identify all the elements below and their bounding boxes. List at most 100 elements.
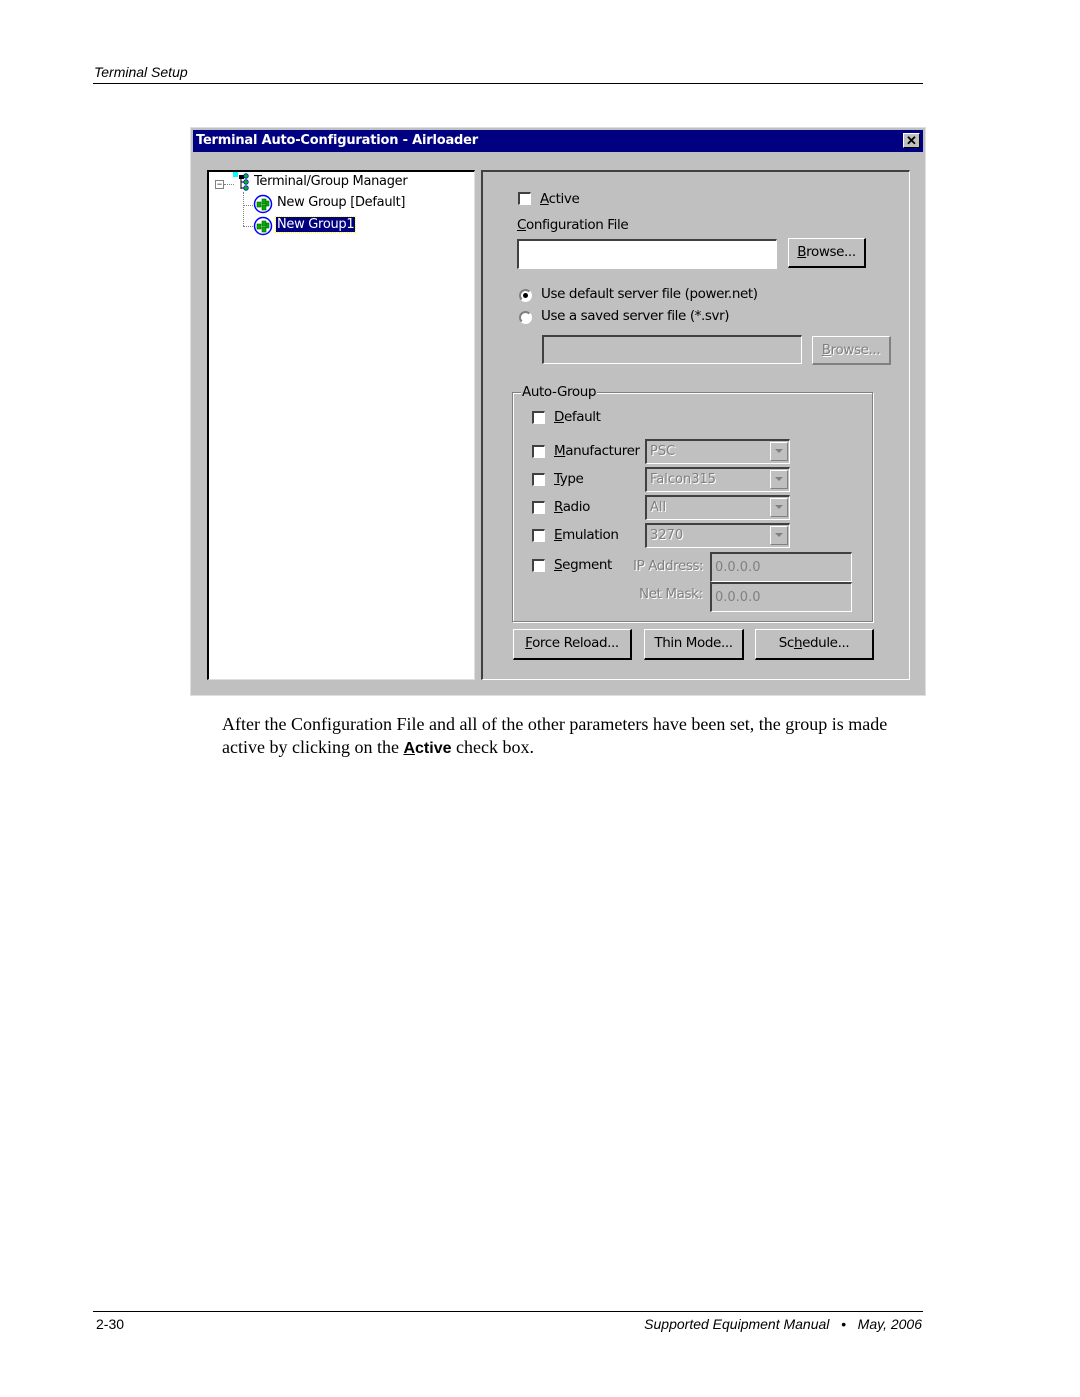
mnemonic: A xyxy=(403,740,416,757)
ip-address-label: IP Address: xyxy=(633,558,704,574)
label-text: Sc xyxy=(778,635,795,651)
schedule-button[interactable]: Schedule... xyxy=(755,629,874,660)
label-text: edule... xyxy=(802,635,850,651)
group-tree[interactable]: − Terminal/Group Manager New Group [Defa… xyxy=(207,170,475,680)
close-button[interactable]: ✕ xyxy=(903,133,920,148)
default-server-file-label[interactable]: Use default server file (power.net) xyxy=(541,286,758,302)
label-text: ctive xyxy=(415,740,452,757)
segment-checkbox[interactable] xyxy=(532,559,545,572)
tree-item-new-group-default[interactable]: New Group [Default] xyxy=(277,195,405,210)
mnemonic: D xyxy=(554,409,564,425)
emulation-label[interactable]: Emulation xyxy=(554,527,619,543)
mnemonic: h xyxy=(793,635,803,651)
mnemonic: S xyxy=(554,557,563,573)
auto-group-box: Auto-Group Default Manufacturer PSC Type… xyxy=(512,384,873,622)
manufacturer-select[interactable]: PSC xyxy=(645,439,790,464)
header-rule xyxy=(93,83,923,84)
default-server-file-radio[interactable] xyxy=(519,289,532,302)
selected-value: PSC xyxy=(650,444,676,459)
mnemonic: B xyxy=(821,342,831,358)
configuration-file-input[interactable] xyxy=(517,239,777,269)
dropdown-arrow-icon[interactable] xyxy=(770,526,788,545)
radio-selected-dot xyxy=(523,293,528,298)
dialog-title: Terminal Auto-Configuration - Airloader xyxy=(196,133,478,148)
label-text: orce Reload... xyxy=(532,635,619,651)
mnemonic: R xyxy=(554,499,563,515)
body-paragraph: After the Configuration File and all of … xyxy=(222,713,922,760)
collapse-icon[interactable]: − xyxy=(215,180,224,189)
dialog-titlebar: Terminal Auto-Configuration - Airloader … xyxy=(193,130,923,152)
auto-config-dialog: Terminal Auto-Configuration - Airloader … xyxy=(190,127,926,696)
net-mask-label: Net Mask: xyxy=(639,586,703,602)
group-manager-icon xyxy=(233,172,249,191)
radio-select[interactable]: All xyxy=(645,495,790,520)
tree-connector xyxy=(243,226,253,227)
paragraph-text: After the Configuration File and all of … xyxy=(222,714,888,757)
dropdown-arrow-icon[interactable] xyxy=(770,470,788,489)
label-text: ype xyxy=(559,471,584,487)
config-browse-button[interactable]: Browse... xyxy=(788,238,866,268)
active-checkbox[interactable] xyxy=(518,192,531,205)
label-text: rowse... xyxy=(830,342,881,358)
label-text: egment xyxy=(562,557,612,573)
manufacturer-checkbox[interactable] xyxy=(532,445,545,458)
publication-date: May, 2006 xyxy=(857,1316,922,1332)
mnemonic: C xyxy=(517,217,527,233)
label-text: adio xyxy=(562,499,591,515)
footer-rule xyxy=(93,1311,923,1312)
force-reload-button[interactable]: Force Reload... xyxy=(513,629,632,660)
ip-address-input[interactable] xyxy=(710,552,852,582)
saved-server-file-input[interactable] xyxy=(542,335,802,364)
close-icon: ✕ xyxy=(906,133,917,148)
mnemonic: E xyxy=(554,527,563,543)
label-text: mulation xyxy=(562,527,619,543)
saved-server-file-radio[interactable] xyxy=(519,311,532,324)
paragraph-text: check box. xyxy=(451,737,534,757)
selected-value: Falcon315 xyxy=(650,472,717,487)
tree-item-label: Terminal/Group Manager xyxy=(254,174,408,189)
label-text: rowse... xyxy=(806,244,856,260)
type-label[interactable]: Type xyxy=(554,471,584,487)
group-properties-panel: Active Configuration File Browse... Use … xyxy=(481,170,910,680)
tree-connector xyxy=(243,205,253,206)
radio-label[interactable]: Radio xyxy=(554,499,590,515)
type-select[interactable]: Falcon315 xyxy=(645,467,790,492)
active-label[interactable]: Active xyxy=(540,191,580,207)
mnemonic: M xyxy=(554,443,566,459)
tree-item-label-selected: New Group1 xyxy=(274,216,357,233)
label-text: ctive xyxy=(548,191,580,207)
label-text: onfiguration File xyxy=(526,217,629,233)
dropdown-arrow-icon[interactable] xyxy=(770,498,788,517)
dropdown-arrow-icon[interactable] xyxy=(770,442,788,461)
tree-item-label: New Group [Default] xyxy=(277,195,406,210)
emulation-select[interactable]: 3270 xyxy=(645,523,790,548)
group-icon xyxy=(253,216,273,236)
thin-mode-button[interactable]: Thin Mode... xyxy=(644,629,744,660)
manual-title: Supported Equipment Manual xyxy=(644,1316,830,1332)
tree-item-new-group1[interactable]: New Group1 xyxy=(274,216,357,233)
radio-checkbox[interactable] xyxy=(532,501,545,514)
default-checkbox[interactable] xyxy=(532,411,545,424)
bullet-separator: • xyxy=(841,1316,846,1332)
manufacturer-label[interactable]: Manufacturer xyxy=(554,443,640,459)
label-text: anufacturer xyxy=(565,443,640,459)
default-label[interactable]: Default xyxy=(554,409,601,425)
type-checkbox[interactable] xyxy=(532,473,545,486)
running-header: Terminal Setup xyxy=(94,64,188,80)
footer-title: Supported Equipment Manual • May, 2006 xyxy=(644,1316,922,1332)
emulation-checkbox[interactable] xyxy=(532,529,545,542)
group-icon xyxy=(253,194,273,214)
tree-item-root[interactable]: Terminal/Group Manager xyxy=(254,174,408,189)
page-number: 2-30 xyxy=(96,1316,125,1332)
selected-value: 3270 xyxy=(650,528,684,543)
configuration-file-label: Configuration File xyxy=(517,217,629,233)
saved-file-browse-button[interactable]: Browse... xyxy=(812,336,891,365)
net-mask-input[interactable] xyxy=(710,582,852,612)
active-reference: Active xyxy=(403,740,451,757)
saved-server-file-label[interactable]: Use a saved server file (*.svr) xyxy=(541,308,730,324)
tree-connector xyxy=(243,192,244,226)
mnemonic: A xyxy=(540,191,549,207)
segment-label[interactable]: Segment xyxy=(554,557,612,573)
auto-group-title: Auto-Group xyxy=(521,384,598,400)
label-text: efault xyxy=(564,409,601,425)
